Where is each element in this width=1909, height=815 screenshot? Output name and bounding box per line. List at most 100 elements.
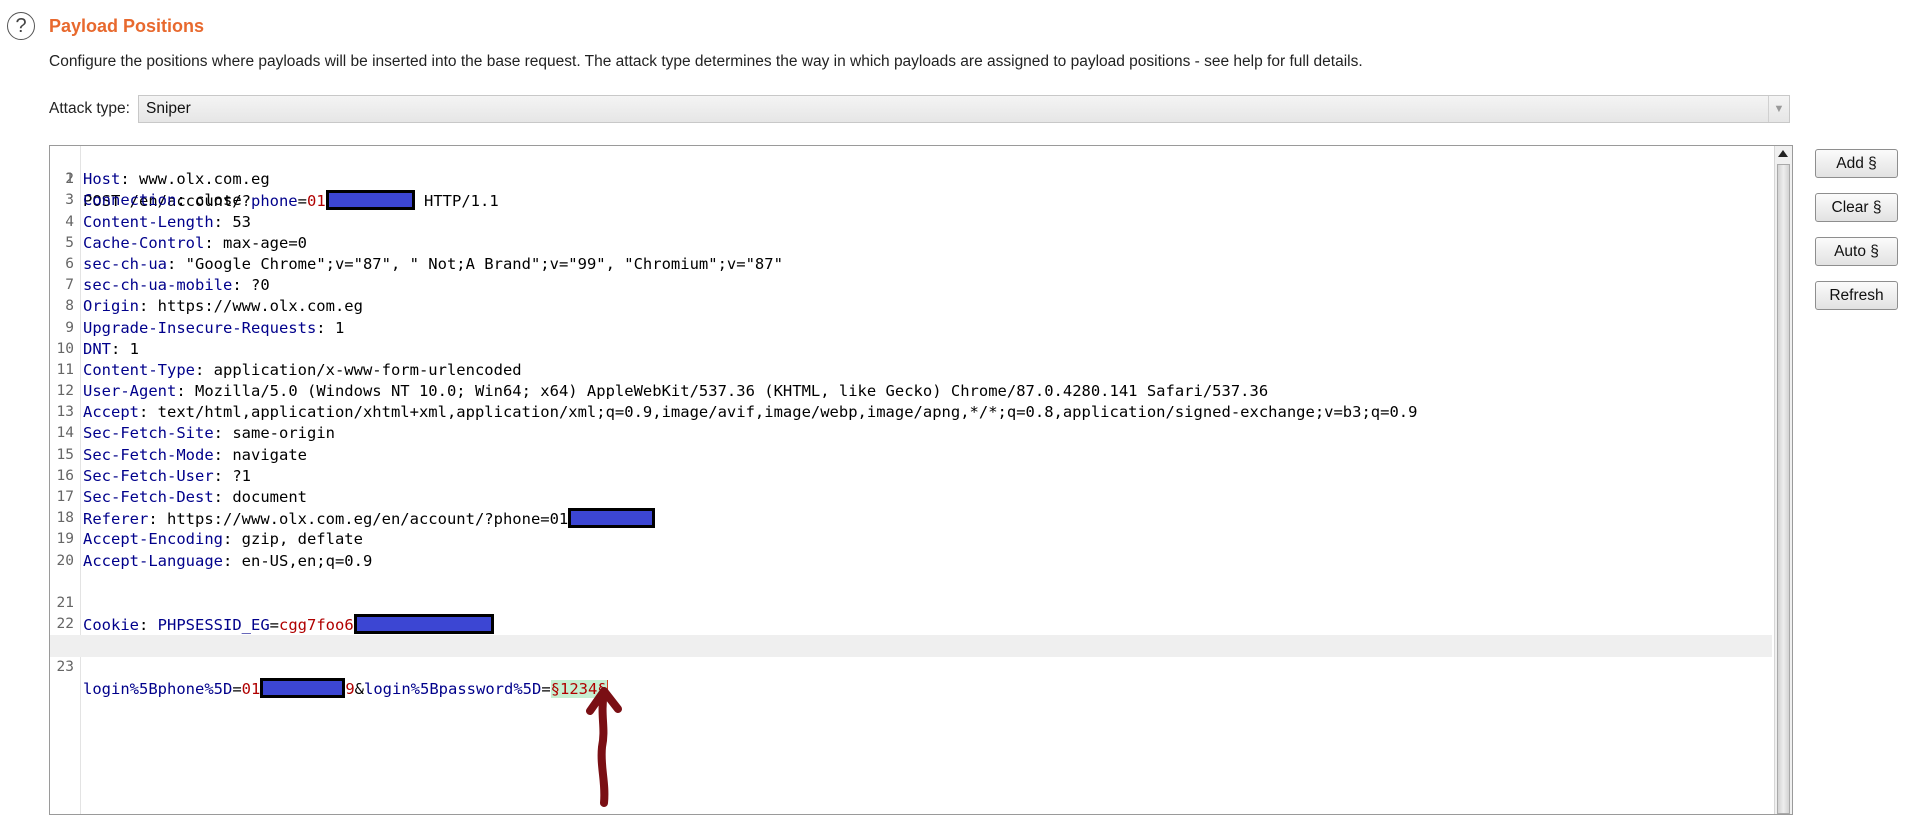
request-line-text: sec-ch-ua: "Google Chrome";v="87", " Not…: [83, 254, 783, 275]
header-name: Cache-Control: [83, 233, 205, 252]
header-name: DNT: [83, 339, 111, 358]
line-number: 16: [56, 467, 74, 484]
header-separator: :: [194, 360, 214, 379]
request-line-text: Accept-Language: en-US,en;q=0.9: [83, 551, 372, 572]
header-value: max-age=0: [223, 233, 307, 252]
line-number: 7: [65, 277, 74, 294]
request-line: 1 POST /en/account/?phone=01 HTTP/1.1: [50, 148, 1772, 211]
request-line-text: Content-Length: 53: [83, 212, 251, 233]
header-line: 16 Sec-Fetch-User: ?1: [50, 466, 1772, 487]
line-number: 11: [56, 361, 74, 378]
request-line-text: sec-ch-ua-mobile: ?0: [83, 275, 270, 296]
line-number: 23: [56, 658, 74, 675]
auto-markers-button[interactable]: Auto §: [1815, 237, 1898, 266]
header-line: 10 DNT: 1: [50, 339, 1772, 360]
header-separator: :: [213, 466, 233, 485]
line-number: 22: [56, 616, 74, 633]
header-separator: :: [148, 510, 167, 529]
request-editor[interactable]: 1 POST /en/account/?phone=01 HTTP/1.1 2H…: [49, 145, 1793, 815]
request-line-text: login%5Bphone%5D=01 9&login%5Bpassword%5D…: [83, 677, 609, 700]
line-number: 14: [56, 425, 74, 442]
header-value: Mozilla/5.0 (Windows NT 10.0; Win64; x64…: [195, 382, 1269, 401]
header-value: ?1: [232, 466, 251, 485]
body-param-value: 01: [241, 679, 261, 698]
section-description: Configure the positions where payloads w…: [49, 53, 1363, 70]
body-param-name: login%5Bpassword%5D: [364, 679, 542, 698]
header-line: 13 Accept: text/html,application/xhtml+xm…: [50, 402, 1772, 423]
header-line: 12 User-Agent: Mozilla/5.0 (Windows NT 10…: [50, 381, 1772, 402]
help-icon[interactable]: ?: [7, 12, 35, 40]
refresh-button[interactable]: Refresh: [1815, 281, 1898, 310]
add-marker-button[interactable]: Add §: [1815, 149, 1898, 178]
request-line-text: Connection: close: [83, 190, 242, 211]
header-value: en-US,en;q=0.9: [241, 551, 373, 570]
header-separator: :: [204, 233, 223, 252]
header-name: Sec-Fetch-Mode: [83, 445, 214, 464]
line-number: 4: [65, 213, 74, 230]
redaction-box: [260, 677, 346, 698]
header-value: "Google Chrome";v="87", " Not;A Brand";v…: [185, 254, 783, 273]
header-name: Accept-Encoding: [83, 530, 223, 549]
header-separator: :: [120, 170, 139, 189]
request-line-text: DNT: 1: [83, 339, 139, 360]
header-value: text/html,application/xhtml+xml,applicat…: [157, 403, 1418, 422]
header-value: application/x-www-form-urlencoded: [213, 360, 522, 379]
header-separator: :: [139, 403, 158, 422]
line-number: 13: [56, 404, 74, 421]
attack-type-select[interactable]: Sniper ▼: [138, 95, 1790, 123]
attack-type-value: Sniper: [146, 100, 191, 117]
line-number: 2: [65, 171, 74, 188]
header-name: Connection: [83, 191, 177, 210]
header-value: gzip, deflate: [241, 530, 363, 549]
header-separator: :: [232, 276, 251, 295]
header-name: Content-Length: [83, 212, 214, 231]
scroll-up-icon[interactable]: [1778, 150, 1788, 157]
header-line: 19 Accept-Encoding: gzip, deflate: [50, 529, 1772, 550]
header-value: www.olx.com.eg: [139, 170, 270, 189]
header-value: same-origin: [232, 424, 335, 443]
header-name: Host: [83, 170, 121, 189]
request-line-text: Content-Type: application/x-www-form-url…: [83, 360, 522, 381]
line-number: 12: [56, 383, 74, 400]
request-line-text: Cache-Control: max-age=0: [83, 233, 307, 254]
request-line-text: Host: www.olx.com.eg: [83, 169, 270, 190]
header-separator: :: [213, 445, 233, 464]
chevron-down-icon: ▼: [1768, 96, 1789, 122]
header-line: 7 sec-ch-ua-mobile: ?0: [50, 275, 1772, 296]
body-line: 23 login%5Bphone%5D=01 9&login%5Bpassword…: [50, 635, 1772, 698]
redaction-box: [568, 508, 656, 529]
header-name: Sec-Fetch-User: [83, 466, 214, 485]
header-line: 6 sec-ch-ua: "Google Chrome";v="87", " No…: [50, 254, 1772, 275]
header-name: sec-ch-ua: [83, 254, 167, 273]
request-line-text: Sec-Fetch-Mode: navigate: [83, 445, 307, 466]
line-number: 3: [65, 192, 74, 209]
header-separator: :: [213, 424, 233, 443]
header-name: Referer: [83, 510, 149, 529]
annotation-arrow-icon: [586, 687, 622, 807]
header-separator: :: [222, 551, 242, 570]
header-name: Origin: [83, 297, 139, 316]
header-line: 17 Sec-Fetch-Dest: document: [50, 487, 1772, 508]
header-separator: :: [167, 254, 186, 273]
header-separator: :: [316, 318, 335, 337]
body-equals: =: [541, 679, 551, 698]
clear-markers-button[interactable]: Clear §: [1815, 193, 1898, 222]
header-line: 11 Content-Type: application/x-www-form-u…: [50, 360, 1772, 381]
header-line: 15 Sec-Fetch-Mode: navigate: [50, 445, 1772, 466]
header-separator: :: [176, 382, 195, 401]
header-line: 3 Connection: close: [50, 190, 1772, 211]
header-value: 53: [232, 212, 251, 231]
body-param-value-suffix: 9: [345, 679, 355, 698]
scrollbar-thumb[interactable]: [1777, 164, 1790, 814]
line-number: 9: [65, 319, 74, 336]
cookie-line: 21 Cookie: PHPSESSID_EG=cgg7foo6: [50, 572, 1772, 635]
header-value: 1: [334, 318, 345, 337]
header-name: Content-Type: [83, 360, 195, 379]
header-line: 20 Accept-Language: en-US,en;q=0.9: [50, 551, 1772, 572]
header-name: Upgrade-Insecure-Requests: [83, 318, 317, 337]
vertical-scrollbar[interactable]: [1774, 146, 1792, 814]
header-value: close: [195, 191, 242, 210]
body-equals: =: [232, 679, 242, 698]
header-line: 2 Host: www.olx.com.eg: [50, 169, 1772, 190]
request-line-text: Upgrade-Insecure-Requests: 1: [83, 318, 344, 339]
